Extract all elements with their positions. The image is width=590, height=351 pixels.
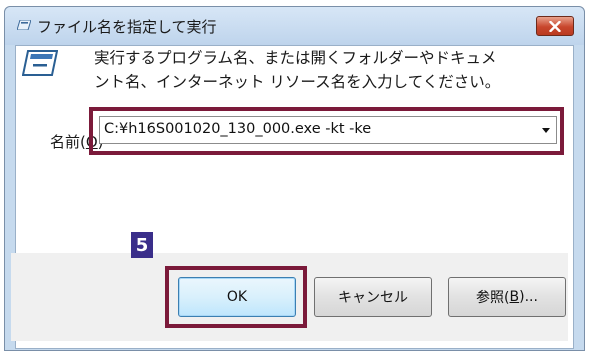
step-number-badge: 5 xyxy=(131,232,153,258)
run-icon-small xyxy=(17,20,31,30)
open-input-value[interactable]: C:¥h16S001020_130_000.exe -kt -ke xyxy=(104,121,371,137)
browse-label-accelerator: B xyxy=(509,289,520,305)
open-combobox[interactable]: C:¥h16S001020_130_000.exe -kt -ke xyxy=(99,116,557,144)
cancel-button[interactable]: キャンセル xyxy=(314,277,432,317)
instruction-line-1: 実行するプログラム名、または開くフォルダーやドキュメ xyxy=(94,49,497,67)
instruction-text: 実行するプログラム名、または開くフォルダーやドキュメ ント名、インターネット リ… xyxy=(94,46,554,94)
browse-label-suffix: )... xyxy=(519,289,538,305)
dropdown-arrow-icon[interactable] xyxy=(542,128,550,133)
close-button[interactable] xyxy=(536,16,574,36)
instruction-line-2: ント名、インターネット リソース名を入力してください。 xyxy=(94,73,501,91)
browse-label-prefix: 参照( xyxy=(476,290,510,306)
close-icon xyxy=(549,20,561,32)
browse-button[interactable]: 参照(B)... xyxy=(448,277,566,317)
window-title: ファイル名を指定して実行 xyxy=(37,18,217,36)
title-bar: ファイル名を指定して実行 xyxy=(5,7,584,45)
ok-button[interactable]: OK xyxy=(178,277,296,317)
open-label-prefix: 名前( xyxy=(50,133,86,151)
run-icon xyxy=(22,50,58,76)
